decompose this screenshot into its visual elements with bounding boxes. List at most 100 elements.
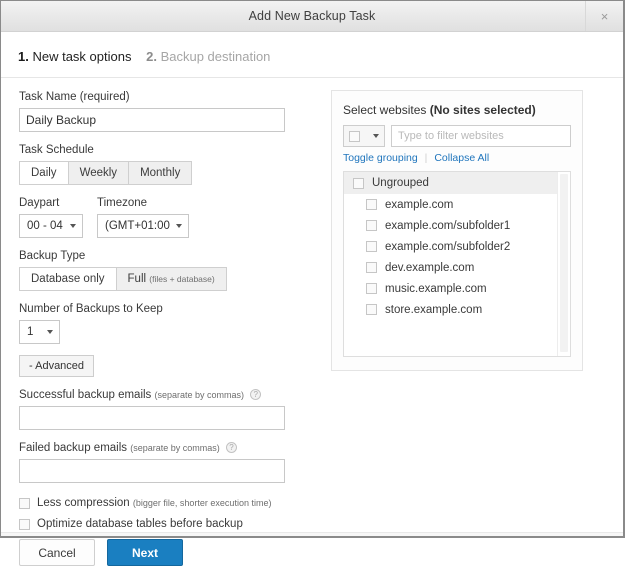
optimize-tables-checkbox[interactable] — [19, 519, 30, 530]
select-all-dropdown[interactable] — [343, 125, 385, 147]
step-new-task-options[interactable]: 1. New task options — [18, 49, 131, 64]
success-emails-label-text: Successful backup emails — [19, 389, 151, 401]
daypart-value: 00 - 04 — [27, 220, 63, 232]
success-emails-input[interactable] — [19, 406, 285, 430]
timezone-label: Timezone — [97, 196, 147, 210]
list-item[interactable]: example.com/subfolder1 — [344, 215, 570, 236]
site-checkbox[interactable] — [366, 283, 377, 294]
site-label: store.example.com — [385, 304, 482, 316]
step-backup-destination[interactable]: 2. Backup destination — [146, 49, 270, 64]
list-item[interactable]: music.example.com — [344, 278, 570, 299]
cancel-button[interactable]: Cancel — [19, 539, 95, 566]
task-schedule-segmented: Daily Weekly Monthly — [19, 161, 192, 185]
list-item[interactable]: example.com/subfolder2 — [344, 236, 570, 257]
help-icon[interactable]: ? — [226, 442, 237, 453]
backup-type-group: Backup Type Database only Full (files + … — [19, 249, 319, 291]
site-label: example.com/subfolder1 — [385, 220, 510, 232]
advanced-toggle-button[interactable]: - Advanced — [19, 355, 94, 377]
task-name-group: Task Name (required) — [19, 90, 319, 132]
close-icon: × — [601, 10, 609, 23]
toggle-grouping-link[interactable]: Toggle grouping — [343, 152, 418, 164]
backup-type-full-sub: (files + database) — [149, 274, 214, 284]
help-icon[interactable]: ? — [250, 389, 261, 400]
failed-emails-label-sub: (separate by commas) — [130, 443, 220, 453]
select-websites-title: Select websites (No sites selected) — [343, 103, 571, 117]
success-emails-label: Successful backup emails (separate by co… — [19, 388, 319, 402]
website-group-ungrouped[interactable]: Ungrouped — [344, 172, 570, 194]
group-checkbox[interactable] — [353, 178, 364, 189]
websites-filter-input[interactable] — [391, 125, 571, 147]
websites-links-row: Toggle grouping | Collapse All — [343, 152, 571, 164]
select-websites-title-lead: Select websites — [343, 103, 430, 117]
less-compression-row[interactable]: Less compression (bigger file, shorter e… — [19, 497, 319, 509]
collapse-all-link[interactable]: Collapse All — [434, 152, 489, 164]
timezone-select[interactable]: (GMT+01:00 — [97, 214, 189, 238]
dialog-body: Task Name (required) Task Schedule Daily… — [1, 78, 623, 539]
chevron-down-icon — [70, 224, 76, 228]
options-checkbox-list: Less compression (bigger file, shorter e… — [19, 497, 319, 530]
success-emails-label-sub: (separate by commas) — [155, 390, 245, 400]
site-checkbox[interactable] — [366, 304, 377, 315]
less-compression-label-text: Less compression — [37, 497, 130, 509]
site-checkbox[interactable] — [366, 220, 377, 231]
site-label: music.example.com — [385, 283, 487, 295]
backups-to-keep-group: Number of Backups to Keep 1 — [19, 302, 319, 344]
backup-type-label: Backup Type — [19, 249, 319, 263]
failed-emails-label: Failed backup emails (separate by commas… — [19, 441, 319, 455]
site-checkbox[interactable] — [366, 241, 377, 252]
task-options-form: Task Name (required) Task Schedule Daily… — [1, 78, 319, 539]
backup-type-segmented: Database only Full (files + database) — [19, 267, 227, 291]
websites-list-scrollbar[interactable] — [557, 172, 570, 356]
backup-type-option-full[interactable]: Full (files + database) — [117, 268, 226, 290]
websites-list-box: Ungrouped example.com example.com/subfol… — [343, 171, 571, 357]
backups-to-keep-select[interactable]: 1 — [19, 320, 60, 344]
select-all-checkbox[interactable] — [349, 131, 360, 142]
dialog-footer: Cancel Next — [1, 539, 623, 580]
backup-type-option-database-only[interactable]: Database only — [20, 268, 117, 290]
add-backup-task-dialog: Add New Backup Task × 1. New task option… — [0, 0, 625, 538]
select-websites-panel: Select websites (No sites selected) Togg… — [331, 90, 583, 371]
task-schedule-group: Task Schedule Daily Weekly Monthly — [19, 143, 319, 185]
site-label: example.com — [385, 199, 453, 211]
backups-to-keep-value: 1 — [27, 326, 33, 338]
task-schedule-label: Task Schedule — [19, 143, 319, 157]
backup-type-full-main: Full — [128, 273, 147, 285]
backups-to-keep-label: Number of Backups to Keep — [19, 302, 319, 316]
chevron-down-icon — [373, 134, 379, 138]
dialog-titlebar: Add New Backup Task × — [1, 1, 623, 32]
daypart-timezone-selects: 00 - 04 (GMT+01:00 — [19, 214, 319, 238]
optimize-tables-label: Optimize database tables before backup — [37, 518, 243, 530]
step-2-label: Backup destination — [161, 49, 271, 64]
site-label: example.com/subfolder2 — [385, 241, 510, 253]
optimize-tables-row[interactable]: Optimize database tables before backup — [19, 518, 319, 530]
close-button[interactable]: × — [585, 1, 623, 31]
daypart-timezone-group: Daypart Timezone 00 - 04 (GMT+01:00 — [19, 196, 319, 238]
list-item[interactable]: dev.example.com — [344, 257, 570, 278]
scrollbar-thumb[interactable] — [560, 174, 568, 352]
site-checkbox[interactable] — [366, 262, 377, 273]
chevron-down-icon — [176, 224, 182, 228]
step-1-number: 1. — [18, 49, 29, 64]
schedule-option-monthly[interactable]: Monthly — [129, 162, 191, 184]
site-checkbox[interactable] — [366, 199, 377, 210]
task-name-input[interactable] — [19, 108, 285, 132]
step-2-number: 2. — [146, 49, 157, 64]
daypart-select[interactable]: 00 - 04 — [19, 214, 83, 238]
failed-emails-input[interactable] — [19, 459, 285, 483]
site-label: dev.example.com — [385, 262, 474, 274]
websites-filter-row — [343, 125, 571, 147]
less-compression-checkbox[interactable] — [19, 498, 30, 509]
dialog-bottom-strip — [1, 532, 623, 536]
next-button[interactable]: Next — [107, 539, 183, 566]
daypart-label: Daypart — [19, 196, 83, 210]
schedule-option-weekly[interactable]: Weekly — [69, 162, 130, 184]
less-compression-label-sub: (bigger file, shorter execution time) — [133, 498, 272, 508]
daypart-timezone-labels: Daypart Timezone — [19, 196, 319, 214]
links-divider: | — [425, 152, 428, 164]
schedule-option-daily[interactable]: Daily — [20, 162, 69, 184]
list-item[interactable]: store.example.com — [344, 299, 570, 320]
chevron-down-icon — [47, 330, 53, 334]
less-compression-label: Less compression (bigger file, shorter e… — [37, 497, 271, 509]
list-item[interactable]: example.com — [344, 194, 570, 215]
task-name-label: Task Name (required) — [19, 90, 319, 104]
